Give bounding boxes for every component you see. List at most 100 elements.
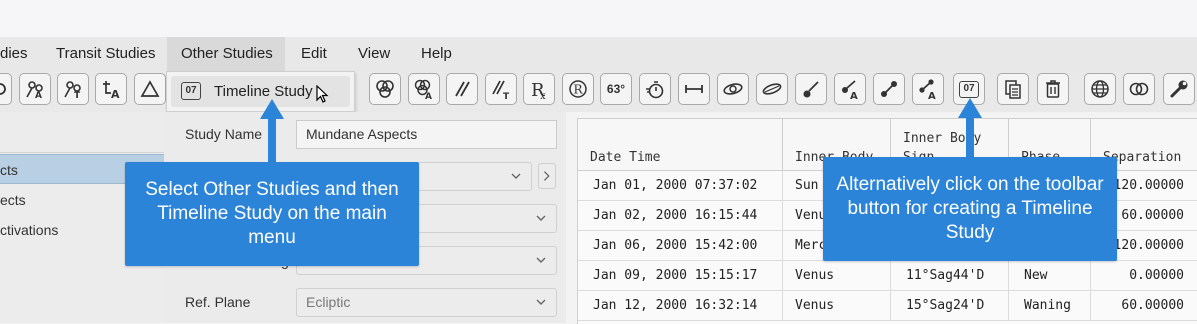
menu-transit-studies[interactable]: Transit Studies [56,37,156,71]
range-button[interactable] [678,73,710,105]
circle-r-button[interactable]: R [562,73,594,105]
svg-text:A: A [111,88,120,100]
degree-63-text: 63° [606,82,626,96]
trash-icon [1046,80,1060,98]
window-top-strip [0,0,1197,37]
triangle-button[interactable] [134,73,166,105]
cell-separation: 0.00000 [1129,268,1184,283]
cell-phase: Waning [1009,291,1091,321]
cell-date-time: Jan 02, 2000 16:15:44 [578,201,783,231]
callout-right: Alternatively click on the toolbar butto… [823,157,1117,261]
calendar-07-icon: 07 [959,80,979,98]
comet-a-icon: A [842,80,858,100]
triple-circle-button[interactable] [369,73,401,105]
cell-inner-body: Venus [783,291,891,321]
cell-phase: New [1009,261,1091,291]
callout-arrow-left [260,99,284,165]
header-label: Date Time [590,150,661,165]
column-header-date-time[interactable]: Date Time [578,119,783,171]
left-panel-item-label: ctivations [0,222,59,238]
delete-button[interactable] [1037,73,1069,105]
parallel-t-icon: T [492,80,510,100]
globe-icon [1091,80,1109,98]
aspect-pattern-icon: A [26,81,43,100]
aspect-a-icon: A [103,81,120,100]
parallel-t-button[interactable]: T [485,73,517,105]
menu-edit[interactable]: Edit [301,37,327,71]
degree-63-button[interactable]: 63° [600,73,632,105]
copy-button[interactable] [997,73,1029,105]
menu-bar: dies Transit Studies Other Studies Edit … [0,37,1197,71]
dumbbell-a-button[interactable]: A [912,73,944,105]
parallel-button[interactable] [446,73,478,105]
mouse-cursor-icon [316,85,329,103]
svg-text:x: x [540,91,546,100]
circle-r-icon: R [569,80,587,98]
orbit-button[interactable] [717,73,749,105]
cell-separation: 60.00000 [1121,298,1184,313]
cell-date-time: Jan 06, 2000 15:42:00 [578,231,783,261]
cell-date-time: Jan 12, 2000 16:32:14 [578,291,783,321]
partial-tool-button[interactable] [0,73,12,105]
ref-plane-select[interactable]: Ecliptic [296,288,557,317]
cell-inner-body: Venus [783,261,891,291]
study-name-input[interactable]: Mundane Aspects [296,120,557,149]
ellipse-icon [762,83,782,95]
wrench-icon [1170,80,1188,98]
table-row[interactable]: Jan 09, 2000 15:15:17 Venus 11°Sag44'D N… [578,261,1197,291]
aspect-transit-button[interactable]: T [57,73,89,105]
rx-icon: Rx [531,80,546,100]
chevron-down-icon [536,299,546,305]
table-row[interactable]: Jan 12, 2000 16:32:14 Venus 15°Sag24'D W… [578,291,1197,321]
triangle-icon [140,80,160,97]
svg-text:A: A [850,91,858,100]
chevron-right-icon [543,171,550,181]
rx-button[interactable]: Rx [523,73,555,105]
cell-sign: 15°Sag24'D [891,291,1009,321]
ref-plane-value: Ecliptic [306,294,351,310]
cell-date-time: Jan 01, 2000 07:37:02 [578,171,783,201]
double-circle-icon [1129,82,1149,96]
svg-text:T: T [74,91,81,100]
menu-help[interactable]: Help [421,37,452,71]
parallel-icon [455,81,470,97]
left-panel-item-label: cts [0,162,18,178]
svg-text:A: A [928,91,936,100]
chevron-down-icon [536,257,546,263]
comet-icon [803,81,819,98]
callout-arrow-right [958,98,982,158]
stopwatch-icon [646,81,664,99]
triple-circle-a-icon: A [414,79,432,100]
cell-date-time: Jan 09, 2000 15:15:17 [578,261,783,291]
triple-circle-a-button[interactable]: A [408,73,440,105]
svg-text:A: A [35,91,42,100]
calendar-07-icon: 07 [181,82,201,100]
cell-sign: 11°Sag44'D [891,261,1009,291]
globe-button[interactable] [1084,73,1116,105]
dumbbell-icon [881,81,897,97]
mutual-reception-icon [0,83,6,95]
menu-view[interactable]: View [358,37,390,71]
comet-a-button[interactable]: A [834,73,866,105]
dumbbell-a-icon: A [919,79,936,100]
dumbbell-button[interactable] [873,73,905,105]
menu-other-studies[interactable]: Other Studies [167,37,285,71]
left-panel-header [0,120,164,153]
menu-studies[interactable]: dies [0,37,40,71]
copy-icon [1005,80,1021,99]
comet-button[interactable] [795,73,827,105]
settings-button[interactable] [1163,73,1195,105]
ellipse-button[interactable] [756,73,788,105]
double-circle-button[interactable] [1123,73,1155,105]
aspect-pattern-button[interactable]: A [19,73,51,105]
chevron-down-icon [511,173,521,179]
svg-text:A: A [425,92,432,100]
aspect-a-button[interactable]: A [95,73,127,105]
orbit-icon [723,83,743,95]
stopwatch-button[interactable] [639,73,671,105]
expand-button[interactable] [538,163,556,189]
triple-circle-icon [376,80,394,98]
svg-text:R: R [574,83,584,97]
ref-plane-label: Ref. Plane [185,294,251,310]
svg-text:T: T [503,92,510,100]
